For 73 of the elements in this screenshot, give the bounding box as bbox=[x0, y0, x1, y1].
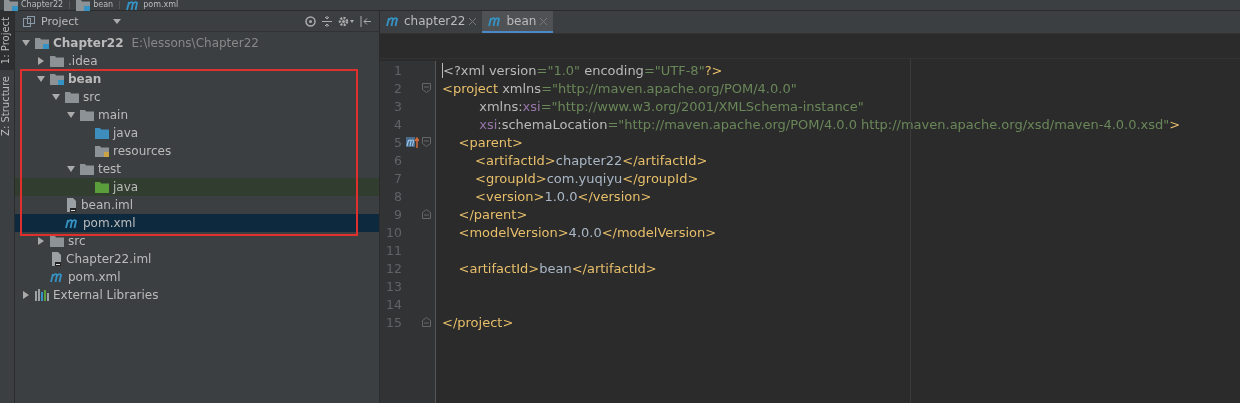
close-icon[interactable] bbox=[469, 17, 477, 25]
folder-icon bbox=[95, 145, 109, 157]
breadcrumb[interactable]: Chapter22 bbox=[4, 0, 64, 11]
tool-window-tab[interactable]: Z: Structure bbox=[0, 70, 14, 143]
code-line: xsi:schemaLocation="http://maven.apache.org/POM/4.0.0 http://maven.apache.org/xsd/maven-4.0.0.xsd"> bbox=[478, 116, 1181, 132]
folder-icon bbox=[35, 37, 49, 49]
tree-item[interactable]: External Libraries bbox=[15, 286, 379, 304]
folder-icon bbox=[4, 0, 18, 11]
folder-icon bbox=[50, 73, 64, 85]
folder-icon bbox=[76, 0, 91, 11]
tree-item[interactable]: Chapter22 E:\lessons\Chapter22 bbox=[15, 34, 379, 52]
tree-item[interactable]: java bbox=[15, 178, 379, 196]
settings-icon[interactable] bbox=[338, 15, 354, 27]
locate-icon[interactable] bbox=[305, 15, 316, 27]
code-line: <version>1.0.0</version> bbox=[474, 188, 652, 204]
expand-arrow-icon[interactable] bbox=[21, 290, 31, 300]
override-marker-icon[interactable] bbox=[405, 136, 419, 148]
tree-item[interactable]: pom.xml bbox=[15, 268, 379, 286]
folder-icon bbox=[80, 109, 94, 121]
fold-marker-icon[interactable] bbox=[422, 209, 431, 219]
tree-item[interactable]: main bbox=[15, 106, 379, 124]
file-icon bbox=[50, 252, 62, 266]
tree-item[interactable]: pom.xml bbox=[15, 214, 379, 232]
maven-icon bbox=[65, 217, 79, 229]
fold-marker-icon[interactable] bbox=[422, 137, 431, 147]
code-line: xmlns:xsi="http://www.w3.org/2001/XMLSchema-instance" bbox=[478, 98, 864, 114]
maven-icon bbox=[50, 271, 64, 283]
collapse-arrow-icon[interactable] bbox=[21, 38, 31, 48]
collapse-arrow-icon[interactable] bbox=[66, 164, 76, 174]
code-line: <artifactId>chapter22</artifactId> bbox=[474, 152, 708, 168]
code-line: <modelVersion>4.0.0</modelVersion> bbox=[457, 224, 717, 240]
tree-item[interactable]: java bbox=[15, 124, 379, 142]
collapse-all-icon[interactable] bbox=[322, 15, 332, 27]
folder-icon bbox=[80, 163, 94, 175]
code-line: </project> bbox=[442, 314, 514, 330]
project-path: E:\lessons\Chapter22 bbox=[131, 36, 259, 50]
folder-icon bbox=[65, 91, 79, 103]
tree-item[interactable]: .idea bbox=[15, 52, 379, 70]
dropdown-caret-icon[interactable] bbox=[112, 18, 121, 24]
editor-tab[interactable]: bean bbox=[482, 11, 554, 33]
maven-icon bbox=[386, 15, 400, 27]
code-line: <project xmlns="http://maven.apache.org/POM/4.0.0" bbox=[442, 80, 797, 96]
tool-window-tab[interactable]: 1: Project bbox=[0, 11, 14, 71]
library-icon bbox=[35, 289, 49, 301]
tree-item[interactable]: bean bbox=[15, 70, 379, 88]
file-icon bbox=[65, 198, 77, 212]
project-view-icon bbox=[23, 15, 35, 27]
folder-icon bbox=[95, 181, 109, 193]
breadcrumb[interactable]: bean bbox=[76, 0, 114, 11]
maven-icon bbox=[126, 0, 141, 11]
tree-item[interactable]: resources bbox=[15, 142, 379, 160]
project-view-dropdown[interactable]: Project bbox=[41, 14, 79, 28]
breadcrumb[interactable]: pom.xml bbox=[126, 0, 179, 11]
fold-marker-icon[interactable] bbox=[422, 83, 431, 93]
editor-tab[interactable]: chapter22 bbox=[380, 11, 483, 33]
folder-icon bbox=[50, 235, 64, 247]
folder-icon bbox=[50, 55, 64, 67]
maven-icon bbox=[488, 15, 503, 27]
tree-item[interactable]: src bbox=[15, 232, 379, 250]
code-line: </parent> bbox=[457, 206, 528, 222]
fold-marker-icon[interactable] bbox=[422, 317, 431, 327]
tree-item[interactable]: Chapter22.iml bbox=[15, 250, 379, 268]
hide-panel-icon[interactable] bbox=[360, 15, 371, 27]
code-line: <?xml version="1.0" encoding="UTF-8"?> bbox=[443, 62, 723, 78]
tree-item[interactable]: src bbox=[15, 88, 379, 106]
tree-item[interactable]: bean.iml bbox=[15, 196, 379, 214]
expand-arrow-icon[interactable] bbox=[36, 236, 46, 246]
code-line: <parent> bbox=[457, 134, 523, 150]
code-line: <groupId>com.yuqiyu</groupId> bbox=[474, 170, 699, 186]
folder-icon bbox=[95, 127, 109, 139]
code-line: <artifactId>bean</artifactId> bbox=[457, 260, 657, 276]
expand-arrow-icon[interactable] bbox=[36, 56, 46, 66]
tree-item[interactable]: test bbox=[15, 160, 379, 178]
